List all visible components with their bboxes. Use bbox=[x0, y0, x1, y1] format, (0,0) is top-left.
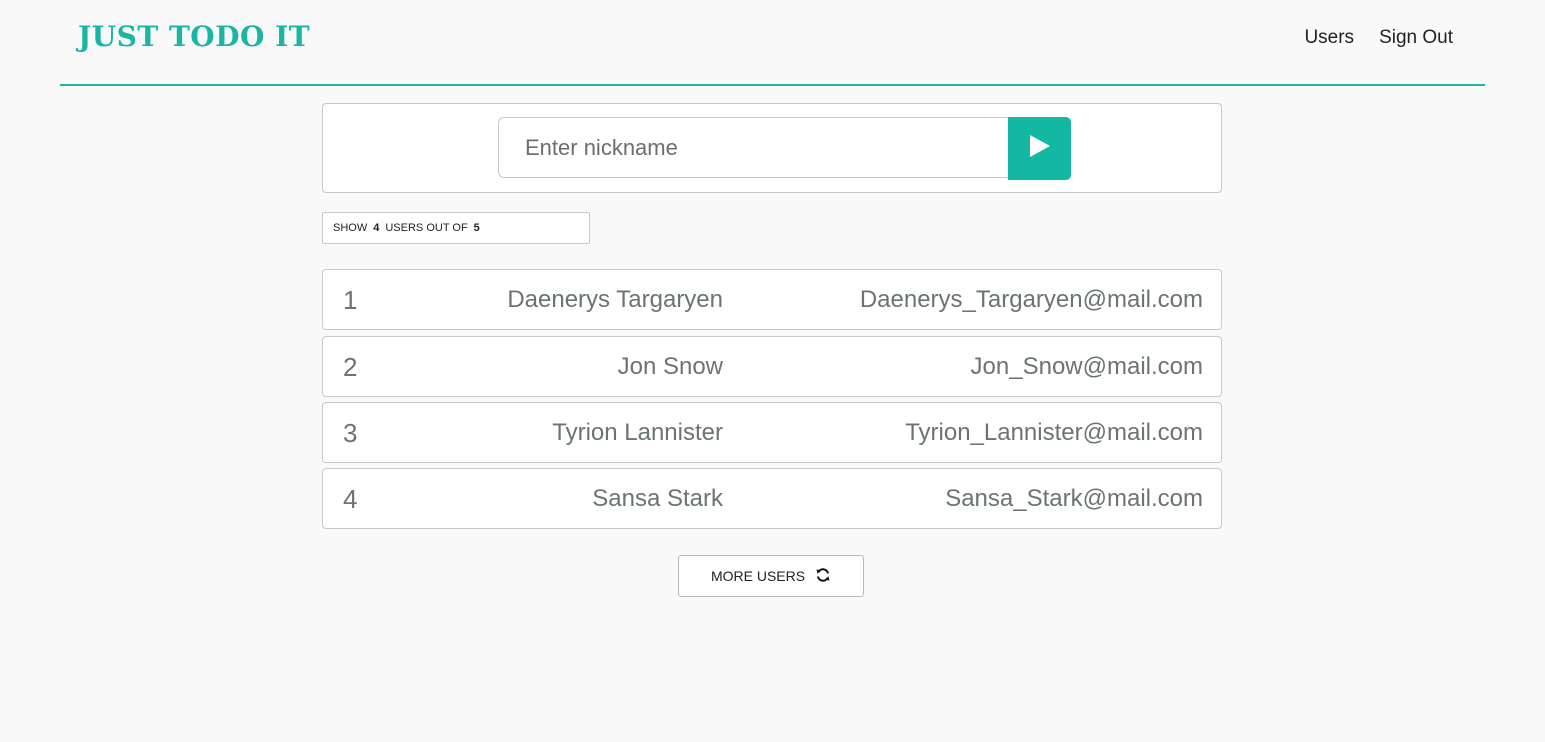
user-email: Jon_Snow@mail.com bbox=[970, 353, 1203, 380]
counter-prefix: SHOW bbox=[333, 222, 368, 234]
user-name: Tyrion Lannister bbox=[552, 419, 723, 446]
top-nav: Users Sign Out bbox=[1304, 27, 1453, 49]
user-index: 4 bbox=[343, 484, 358, 514]
more-users-button[interactable]: MORE USERS bbox=[678, 555, 864, 597]
user-index: 3 bbox=[343, 418, 358, 448]
users-count-badge: SHOW 4 USERS OUT OF 5 bbox=[322, 212, 590, 244]
counter-middle: USERS OUT OF bbox=[385, 222, 468, 234]
nav-users-link[interactable]: Users bbox=[1304, 27, 1354, 49]
user-index: 2 bbox=[343, 352, 358, 382]
more-users-label: MORE USERS bbox=[710, 568, 806, 584]
app-logo[interactable]: JUST TODO IT bbox=[78, 20, 310, 53]
user-email: Tyrion_Lannister@mail.com bbox=[905, 419, 1203, 446]
nav-sign-out-link[interactable]: Sign Out bbox=[1379, 27, 1453, 49]
counter-shown: 4 bbox=[373, 222, 380, 234]
search-panel bbox=[322, 103, 1222, 193]
user-row[interactable]: 1 Daenerys Targaryen Daenerys_Targaryen@… bbox=[322, 269, 1222, 330]
user-name: Jon Snow bbox=[617, 353, 723, 380]
user-row[interactable]: 4 Sansa Stark Sansa_Stark@mail.com bbox=[322, 468, 1222, 529]
user-index: 1 bbox=[343, 285, 358, 315]
play-icon bbox=[1028, 134, 1052, 163]
user-row[interactable]: 2 Jon Snow Jon_Snow@mail.com bbox=[322, 336, 1222, 397]
nickname-search-input[interactable] bbox=[498, 117, 1008, 178]
search-submit-button[interactable] bbox=[1008, 117, 1071, 180]
user-email: Sansa_Stark@mail.com bbox=[945, 485, 1203, 512]
user-name: Sansa Stark bbox=[592, 485, 723, 512]
user-row[interactable]: 3 Tyrion Lannister Tyrion_Lannister@mail… bbox=[322, 402, 1222, 463]
counter-total: 5 bbox=[473, 222, 480, 234]
header: JUST TODO IT Users Sign Out bbox=[60, 0, 1485, 86]
user-name: Daenerys Targaryen bbox=[507, 286, 723, 313]
user-email: Daenerys_Targaryen@mail.com bbox=[859, 286, 1203, 313]
refresh-icon bbox=[815, 567, 831, 586]
